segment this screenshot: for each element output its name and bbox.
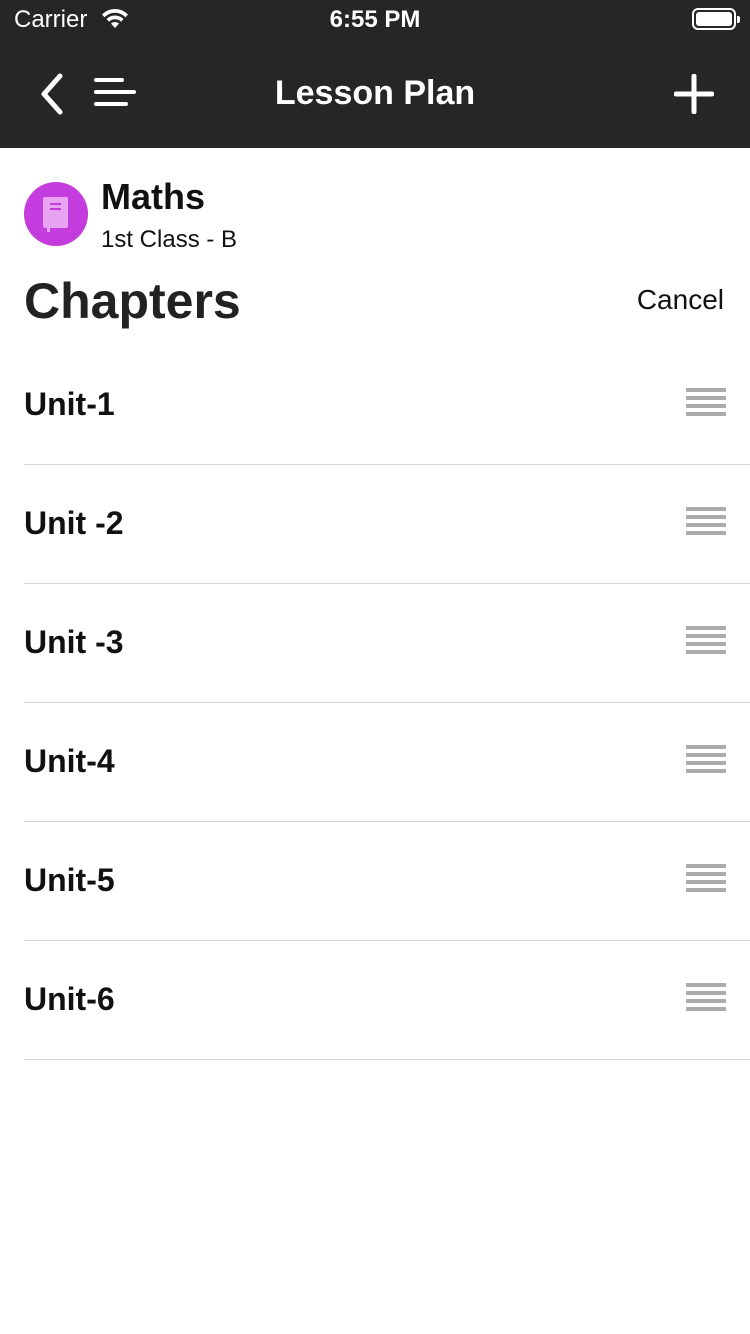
- drag-handle-icon[interactable]: [686, 388, 726, 422]
- cancel-button[interactable]: Cancel: [637, 284, 724, 316]
- chapter-label: Unit-5: [24, 862, 115, 898]
- drag-handle-icon[interactable]: [686, 745, 726, 779]
- chapter-row[interactable]: Unit-6: [24, 941, 750, 1060]
- drag-handle-icon[interactable]: [686, 864, 726, 898]
- chapter-label: Unit-6: [24, 981, 115, 1017]
- drag-handle-icon[interactable]: [686, 507, 726, 541]
- class-label: 1st Class - B: [101, 226, 238, 253]
- chapter-label: Unit -3: [24, 624, 124, 660]
- avatar: [24, 182, 88, 246]
- chapter-row[interactable]: Unit-5: [24, 822, 750, 941]
- page-title: Lesson Plan: [274, 74, 476, 112]
- chapter-list: Unit-1 Unit -2 Unit -3 Unit-4 Unit-5 Uni…: [0, 346, 750, 1060]
- chapter-label: Unit-1: [24, 386, 115, 422]
- book-icon: [43, 197, 68, 232]
- navigation-bar: Lesson Plan: [0, 40, 750, 148]
- status-bar: Carrier 6:55 PM: [0, 0, 750, 40]
- chapter-label: Unit -2: [24, 505, 124, 541]
- chapters-heading: Chapters: [24, 273, 241, 329]
- battery-icon: [692, 8, 740, 30]
- chapter-row[interactable]: Unit-4: [24, 703, 750, 822]
- plus-icon: [673, 73, 715, 115]
- chapter-label: Unit-4: [24, 743, 115, 779]
- subject-name: Maths: [101, 176, 206, 217]
- drag-handle-icon[interactable]: [686, 983, 726, 1017]
- status-time: 6:55 PM: [329, 6, 421, 33]
- chapter-row[interactable]: Unit-1: [24, 346, 750, 465]
- chapter-row[interactable]: Unit -3: [24, 584, 750, 703]
- add-button[interactable]: [673, 73, 715, 115]
- subject-header: Maths 1st Class - B: [24, 176, 724, 262]
- chapter-row[interactable]: Unit -2: [24, 465, 750, 584]
- drag-handle-icon[interactable]: [686, 626, 726, 660]
